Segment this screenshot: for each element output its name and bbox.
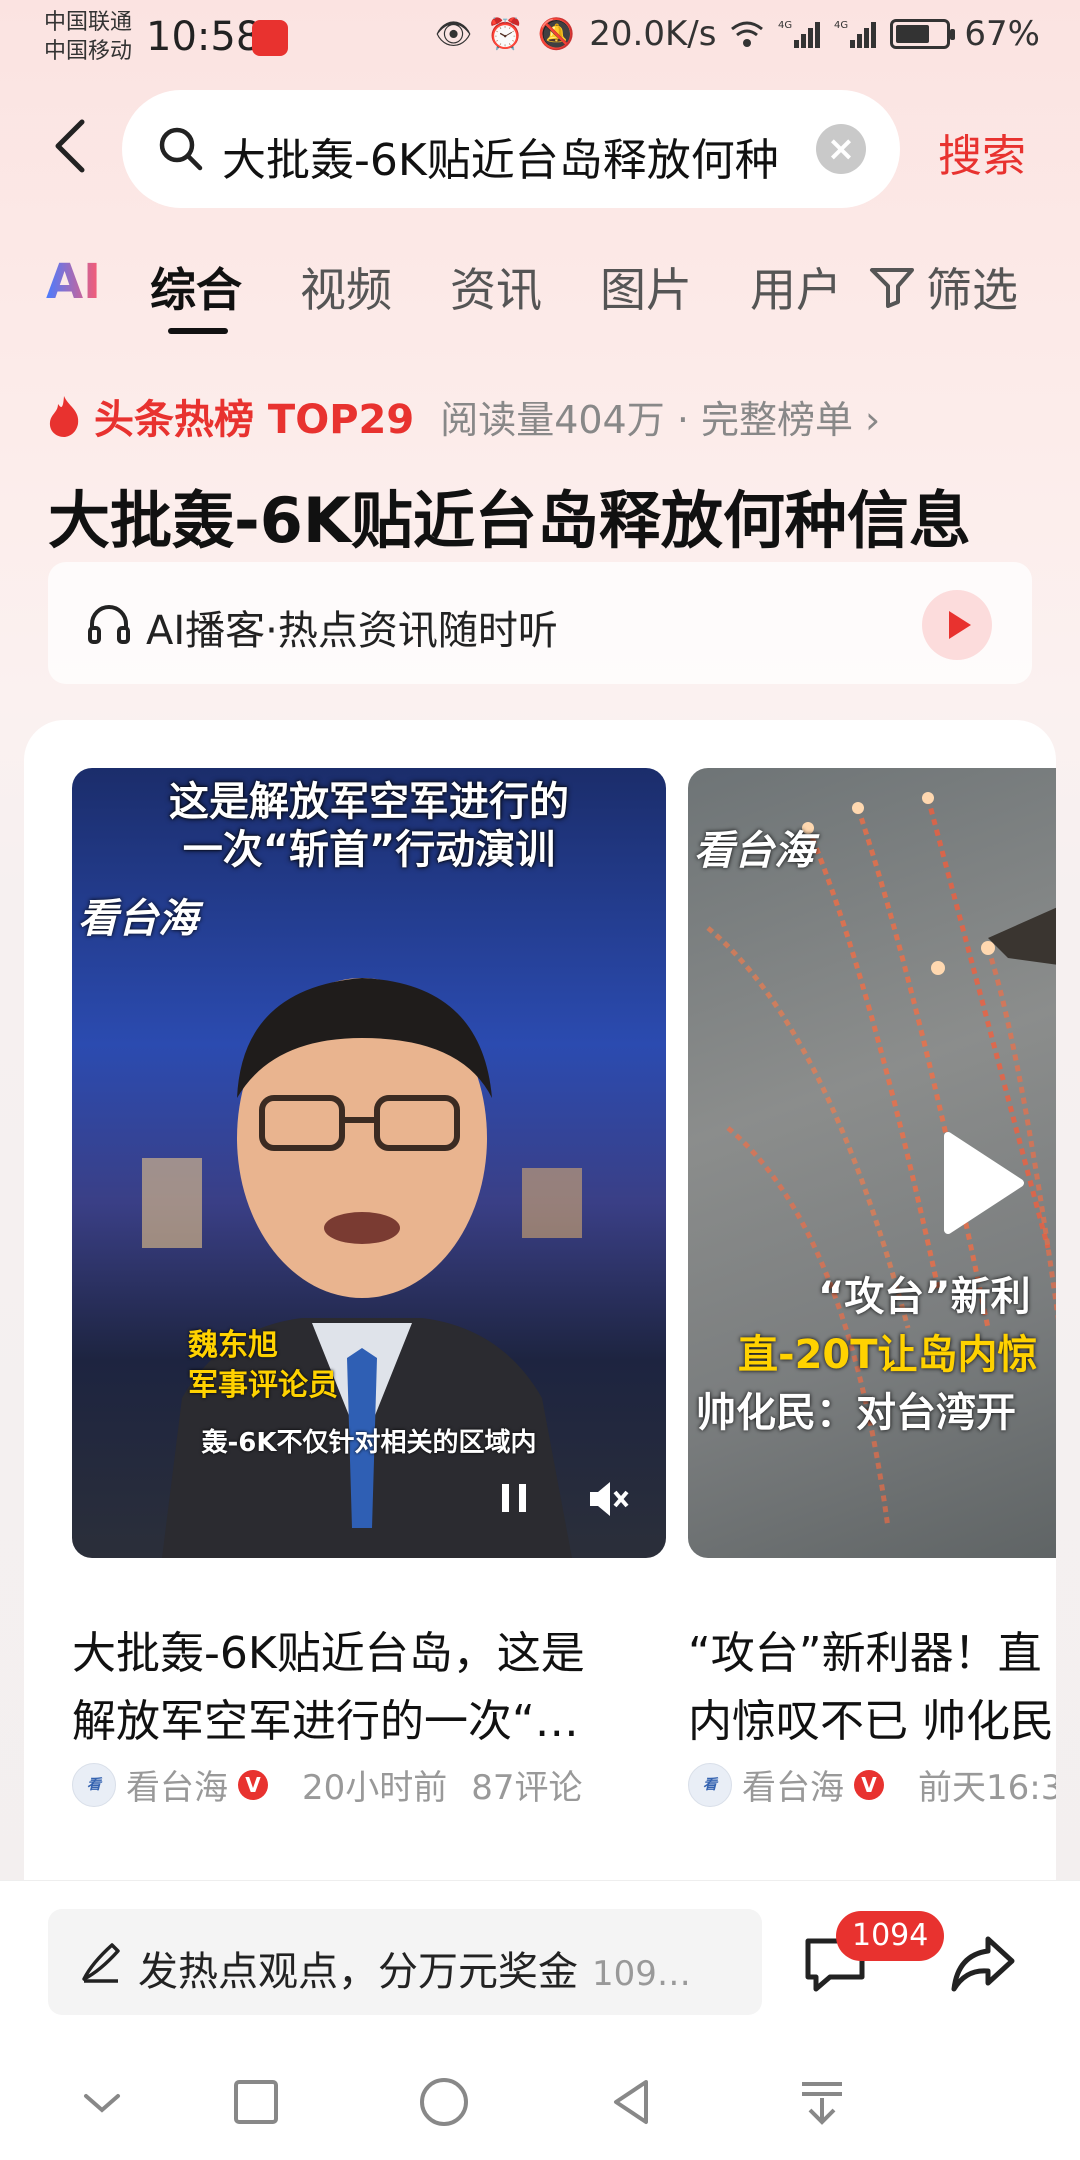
status-bar: 中国联通 中国移动 10:58 👁 ⏰ 🔕 20.0K/s 4G 4G 67% bbox=[0, 0, 1080, 76]
tab-users[interactable]: 用户 bbox=[750, 254, 842, 320]
wifi-icon bbox=[731, 21, 764, 47]
eye-icon: 👁 bbox=[434, 16, 473, 52]
search-box[interactable]: 大批轰-6K贴近台岛释放何种 × bbox=[122, 90, 900, 208]
home-icon[interactable] bbox=[416, 2074, 472, 2130]
comment-prompt: 发热点观点，分万元奖金 109… bbox=[138, 1949, 691, 1995]
chevron-down-icon[interactable] bbox=[74, 2074, 130, 2130]
card-title-2[interactable]: “攻台”新利器！直 内惊叹不已 帅化民 bbox=[688, 1620, 1056, 1756]
network-label-1: 4G bbox=[778, 20, 792, 31]
network-speed: 20.0K/s bbox=[589, 14, 717, 54]
search-row: 大批轰-6K贴近台岛释放何种 × 搜索 bbox=[0, 90, 1080, 210]
comment-count-preview: 109… bbox=[592, 1954, 691, 1994]
filter-label: 筛选 bbox=[926, 263, 1018, 317]
battery-icon bbox=[890, 19, 956, 49]
share-icon[interactable] bbox=[948, 1929, 1018, 1999]
battery-fill bbox=[896, 25, 929, 43]
comment-bar: 发热点观点，分万元奖金 109… 1094 bbox=[0, 1880, 1080, 2040]
video2-caption-1: “攻台”新利 bbox=[818, 1274, 1031, 1320]
headphones-icon bbox=[88, 605, 130, 644]
carrier-2: 中国移动 bbox=[44, 39, 133, 64]
app-notification-icon bbox=[252, 20, 288, 56]
back-triangle-icon[interactable] bbox=[604, 2074, 660, 2130]
publish-time: 20小时前 bbox=[302, 1768, 448, 1808]
system-navigation-bar bbox=[0, 2040, 1080, 2160]
video-thumbnail-1[interactable]: 这是解放军空军进行的 一次“斩首”行动演训 看台海 魏东旭 军事评论员 轰-6K… bbox=[72, 768, 666, 1558]
tab-video[interactable]: 视频 bbox=[300, 254, 392, 320]
filter-button[interactable]: 筛选 bbox=[868, 254, 1018, 320]
source-avatar-2[interactable]: 看 bbox=[688, 1762, 732, 1807]
search-icon bbox=[159, 127, 203, 171]
pen-icon bbox=[82, 1943, 120, 1983]
carrier-1: 中国联通 bbox=[44, 10, 133, 35]
card-title-2-line-1: “攻台”新利器！直 bbox=[688, 1628, 1042, 1679]
filter-icon bbox=[870, 268, 914, 308]
source-name[interactable]: 看台海 bbox=[126, 1760, 228, 1809]
verified-icon-2: V bbox=[854, 1769, 884, 1800]
recents-icon[interactable] bbox=[228, 2074, 284, 2130]
search-button[interactable]: 搜索 bbox=[938, 120, 1026, 184]
signal-icon-1: 4G bbox=[778, 20, 821, 48]
network-label-2: 4G bbox=[834, 20, 848, 31]
hot-rank-row[interactable]: 头条热榜 TOP29 阅读量404万 · 完整榜单 › bbox=[44, 388, 880, 444]
topic-title: 大批轰-6K贴近台岛释放何种信息 bbox=[48, 484, 971, 557]
card-meta-1: 看 看台海 V 20小时前 87评论 bbox=[72, 1760, 583, 1809]
result-tabs: AI 综合 视频 资讯 图片 用户 筛选 bbox=[0, 248, 1080, 348]
podcast-play-button[interactable] bbox=[922, 590, 992, 660]
video-caption-line-1: 这是解放军空军进行的 bbox=[169, 779, 569, 825]
tab-news[interactable]: 资讯 bbox=[450, 254, 542, 320]
video-caption-line-2: 一次“斩首”行动演训 bbox=[182, 827, 556, 873]
anchor-portrait bbox=[142, 978, 582, 1558]
pause-icon[interactable] bbox=[494, 1478, 534, 1518]
mute-bell-icon: 🔕 bbox=[537, 16, 576, 52]
card-title-1-line-2: 解放军空军进行的一次“… bbox=[72, 1696, 579, 1747]
card-meta-2: 看 看台海 V 前天16:3 bbox=[688, 1760, 1056, 1809]
comment-input[interactable]: 发热点观点，分万元奖金 109… bbox=[48, 1909, 762, 2015]
channel-watermark-2: 看台海 bbox=[694, 828, 814, 874]
video-results-panel: 这是解放军空军进行的 一次“斩首”行动演训 看台海 魏东旭 军事评论员 轰-6K… bbox=[24, 720, 1056, 1880]
clear-icon[interactable]: × bbox=[816, 124, 866, 174]
flame-icon bbox=[49, 396, 79, 437]
card-title-1[interactable]: 大批轰-6K贴近台岛，这是 解放军空军进行的一次“… bbox=[72, 1620, 666, 1756]
hot-rank-meta[interactable]: 阅读量404万 · 完整榜单 › bbox=[440, 389, 880, 444]
tab-ai[interactable]: AI bbox=[46, 254, 101, 310]
publish-time-2: 前天16:3 bbox=[918, 1768, 1056, 1808]
speaker-role: 军事评论员 bbox=[188, 1368, 338, 1403]
speaker-name: 魏东旭 bbox=[188, 1328, 278, 1363]
card-title-2-line-2: 内惊叹不已 帅化民 bbox=[688, 1696, 1054, 1747]
back-arrow-icon[interactable] bbox=[44, 116, 104, 176]
signal-icon-2: 4G bbox=[834, 20, 877, 48]
video2-caption-2: 直-20T让岛内惊 bbox=[738, 1332, 1038, 1378]
tab-images[interactable]: 图片 bbox=[600, 254, 692, 320]
card-title-1-line-1: 大批轰-6K贴近台岛，这是 bbox=[72, 1628, 585, 1679]
comment-count: 87评论 bbox=[471, 1768, 583, 1808]
mute-icon[interactable] bbox=[582, 1474, 632, 1524]
podcast-label: AI播客·热点资讯随时听 bbox=[146, 608, 558, 654]
search-input[interactable]: 大批轰-6K贴近台岛释放何种 bbox=[222, 124, 782, 188]
verified-icon: V bbox=[238, 1769, 268, 1800]
active-tab-indicator bbox=[168, 328, 228, 334]
video-subtitle: 轰-6K不仅针对相关的区域内 bbox=[201, 1428, 537, 1458]
play-icon[interactable] bbox=[938, 1128, 1028, 1238]
speaker-caption: 魏东旭 军事评论员 bbox=[188, 1326, 338, 1406]
notification-pulldown-icon[interactable] bbox=[794, 2074, 850, 2130]
ai-podcast-bar[interactable]: AI播客·热点资讯随时听 bbox=[48, 562, 1032, 684]
comment-count-badge: 1094 bbox=[836, 1911, 945, 1961]
carrier-info: 中国联通 中国移动 bbox=[44, 8, 132, 66]
tab-comprehensive[interactable]: 综合 bbox=[150, 254, 242, 320]
battery-percent: 67% bbox=[964, 14, 1040, 54]
clock: 10:58 bbox=[146, 14, 262, 60]
video2-caption-3: 帅化民：对台湾开 bbox=[696, 1390, 1016, 1436]
status-icons: 👁 ⏰ 🔕 20.0K/s 4G 4G 67% bbox=[434, 14, 1040, 54]
video-thumbnail-2[interactable]: 看台海 “攻台”新利 直-20T让岛内惊 帅化民：对台湾开 bbox=[688, 768, 1056, 1558]
source-avatar[interactable]: 看 bbox=[72, 1762, 116, 1807]
alarm-icon: ⏰ bbox=[486, 16, 524, 52]
hot-rank-label: 头条热榜 TOP29 bbox=[94, 397, 415, 443]
source-name-2[interactable]: 看台海 bbox=[742, 1760, 844, 1809]
